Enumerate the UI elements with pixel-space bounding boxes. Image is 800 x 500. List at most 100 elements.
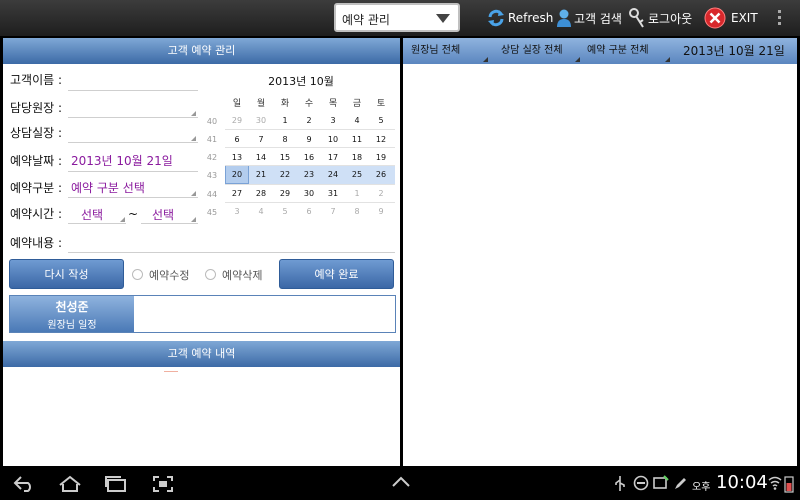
consultant-select[interactable] xyxy=(68,142,198,143)
type-label: 예약구분 : xyxy=(10,181,63,195)
pen-icon xyxy=(675,478,686,489)
exit-label: EXIT xyxy=(731,11,758,25)
calendar-day[interactable]: 12 xyxy=(369,131,393,149)
calendar-day[interactable]: 1 xyxy=(273,112,297,130)
logout-button[interactable]: 로그아웃 xyxy=(628,6,692,30)
refresh-label: Refresh xyxy=(508,11,554,25)
calendar-day[interactable]: 5 xyxy=(369,112,393,130)
calendar-day[interactable]: 6 xyxy=(297,203,321,221)
time-label: 예약시간 : xyxy=(10,207,63,221)
director-label: 담당원장 : xyxy=(10,101,63,115)
director-filter[interactable]: 원장님 전체 xyxy=(411,38,460,64)
calendar-day[interactable]: 13 xyxy=(225,149,249,167)
consultant-filter-dropdown-icon xyxy=(575,57,580,62)
weekday-tue: 화 xyxy=(280,99,290,109)
date-value[interactable]: 2013년 10월 21일 xyxy=(71,152,173,169)
calendar-day[interactable]: 14 xyxy=(249,149,273,167)
calendar-day[interactable]: 22 xyxy=(273,166,297,184)
screen-select-dropdown[interactable]: 예약 관리 xyxy=(334,3,460,32)
calendar-day[interactable]: 2 xyxy=(297,112,321,130)
screen-select-value: 예약 관리 xyxy=(342,13,390,27)
calendar-day[interactable]: 30 xyxy=(297,185,321,203)
calendar-day[interactable]: 5 xyxy=(273,203,297,221)
calendar-day[interactable]: 16 xyxy=(297,149,321,167)
director-schedule: 천성준 원장님 일정 xyxy=(9,295,396,333)
overflow-menu-icon[interactable] xyxy=(774,10,784,28)
screenshot-icon[interactable] xyxy=(152,475,174,493)
calendar-day[interactable]: 11 xyxy=(345,131,369,149)
calendar-day[interactable]: 25 xyxy=(345,166,369,184)
calendar-day[interactable]: 17 xyxy=(321,149,345,167)
time-to-dropdown-icon xyxy=(191,217,196,222)
calendar-day[interactable]: 26 xyxy=(369,166,393,184)
action-bar: 예약 관리 Refresh 고객 검색 로그아웃 EXIT xyxy=(0,0,800,36)
calendar-day[interactable]: 10 xyxy=(321,131,345,149)
director-dropdown-icon xyxy=(191,111,196,116)
type-underline xyxy=(68,197,198,198)
week-number: 42 xyxy=(206,153,218,162)
calendar-day[interactable]: 23 xyxy=(297,166,321,184)
weekday-sun: 일 xyxy=(232,99,242,109)
home-icon[interactable] xyxy=(58,475,82,493)
calendar-day[interactable]: 31 xyxy=(321,185,345,203)
modify-radio-label: 예약수정 xyxy=(149,269,190,282)
calendar-day[interactable]: 21 xyxy=(249,166,273,184)
calendar-day[interactable]: 15 xyxy=(273,149,297,167)
calendar-day[interactable]: 3 xyxy=(321,112,345,130)
customer-name-label: 고객이름 : xyxy=(10,73,63,87)
calendar-day[interactable]: 8 xyxy=(273,131,297,149)
schedule-owner[interactable]: 천성준 원장님 일정 xyxy=(10,296,134,332)
recent-apps-icon[interactable] xyxy=(104,475,128,493)
schedule-filter-bar: 원장님 전체 상담 실장 전체 예약 구분 전체 2013년 10월 21일 xyxy=(403,38,797,64)
calendar-day[interactable]: 24 xyxy=(321,166,345,184)
modify-radio[interactable] xyxy=(132,269,143,280)
calendar-day[interactable]: 20 xyxy=(225,166,249,184)
type-filter[interactable]: 예약 구분 전체 xyxy=(587,38,649,64)
calendar-day[interactable]: 6 xyxy=(225,131,249,149)
type-select[interactable]: 예약 구분 선택 xyxy=(71,179,145,196)
do-not-disturb-icon xyxy=(633,475,649,491)
date-underline xyxy=(68,171,198,172)
back-icon[interactable] xyxy=(12,475,36,493)
reservation-panel-title: 고객 예약 관리 xyxy=(3,38,400,64)
rewrite-button[interactable]: 다시 작성 xyxy=(9,259,124,289)
schedule-panel: 원장님 전체 상담 실장 전체 예약 구분 전체 2013년 10월 21일 xyxy=(403,38,797,466)
calendar-day[interactable]: 9 xyxy=(369,203,393,221)
calendar-day[interactable]: 18 xyxy=(345,149,369,167)
refresh-icon xyxy=(488,9,504,27)
customer-name-input[interactable] xyxy=(68,90,198,91)
customer-search-button[interactable]: 고객 검색 xyxy=(556,6,622,30)
content-label: 예약내용 : xyxy=(10,236,63,250)
calendar-day[interactable]: 30 xyxy=(249,112,273,130)
calendar-day[interactable]: 3 xyxy=(225,203,249,221)
calendar-day[interactable]: 1 xyxy=(345,185,369,203)
chevron-up-icon[interactable] xyxy=(390,475,412,489)
director-select[interactable] xyxy=(68,117,198,118)
close-icon xyxy=(704,7,726,29)
week-number: 41 xyxy=(206,135,218,144)
consultant-filter[interactable]: 상담 실장 전체 xyxy=(501,38,563,64)
calendar-day[interactable]: 29 xyxy=(225,112,249,130)
complete-reservation-button[interactable]: 예약 완료 xyxy=(279,259,394,289)
calendar-day[interactable]: 9 xyxy=(297,131,321,149)
time-from-select[interactable]: 선택 xyxy=(81,206,103,223)
week-number: 40 xyxy=(206,117,218,126)
time-to-select[interactable]: 선택 xyxy=(152,206,174,223)
calendar-day[interactable]: 4 xyxy=(345,112,369,130)
schedule-date[interactable]: 2013년 10월 21일 xyxy=(683,38,785,64)
delete-radio[interactable] xyxy=(205,269,216,280)
calendar-day[interactable]: 7 xyxy=(249,131,273,149)
director-filter-dropdown-icon xyxy=(483,57,488,62)
calendar-day[interactable]: 28 xyxy=(249,185,273,203)
exit-button[interactable]: EXIT xyxy=(704,6,758,30)
content-input[interactable] xyxy=(68,252,395,253)
calendar-day[interactable]: 27 xyxy=(225,185,249,203)
calendar-day[interactable]: 7 xyxy=(321,203,345,221)
refresh-button[interactable]: Refresh xyxy=(486,6,553,30)
calendar-day[interactable]: 29 xyxy=(273,185,297,203)
calendar-day[interactable]: 2 xyxy=(369,185,393,203)
calendar-day[interactable]: 4 xyxy=(249,203,273,221)
calendar-day[interactable]: 19 xyxy=(369,149,393,167)
list-marker xyxy=(164,371,178,372)
calendar-day[interactable]: 8 xyxy=(345,203,369,221)
